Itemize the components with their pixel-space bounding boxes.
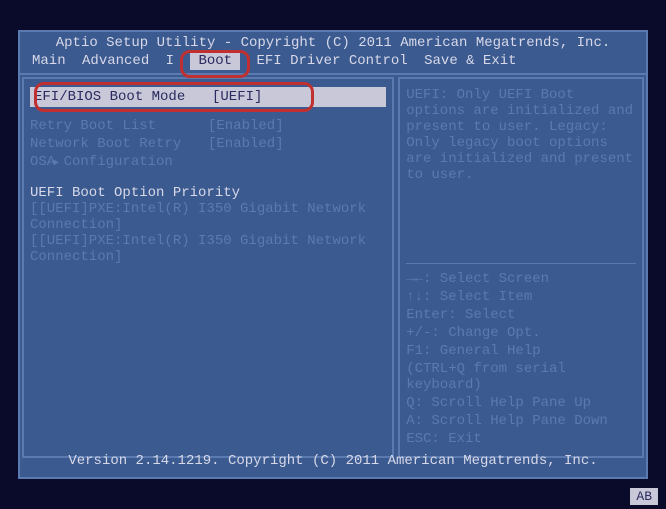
menu-advanced[interactable]: Advanced <box>82 53 149 69</box>
menu-save-exit[interactable]: Save & Exit <box>424 53 516 69</box>
boot-mode-row[interactable]: EFI/BIOS Boot Mode [UEFI] <box>30 87 386 107</box>
key-general-help: F1: General Help <box>406 342 636 360</box>
menu-bar[interactable]: Main Advanced I Boot EFI Driver Control … <box>20 51 646 73</box>
corner-badge: AB <box>630 488 658 505</box>
key-esc: ESC: Exit <box>406 430 636 448</box>
menu-boot[interactable]: Boot <box>190 52 240 70</box>
boot-priority-item-1[interactable]: [[UEFI]PXE:Intel(R) I350 Gigabit Network… <box>30 233 386 265</box>
retry-boot-list-value: [Enabled] <box>208 118 386 134</box>
network-boot-retry-row[interactable]: Network Boot Retry [Enabled] <box>30 135 386 153</box>
help-text: UEFI: Only UEFI Boot options are initial… <box>406 87 636 257</box>
bios-window: Aptio Setup Utility - Copyright (C) 2011… <box>18 30 648 479</box>
network-boot-retry-label: Network Boot Retry <box>30 136 200 152</box>
menu-i[interactable]: I <box>166 53 174 69</box>
boot-mode-label: EFI/BIOS Boot Mode <box>34 89 204 105</box>
key-serial-note: (CTRL+Q from serial keyboard) <box>406 360 636 394</box>
key-select-item: ↑↓: Select Item <box>406 288 636 306</box>
retry-boot-list-row[interactable]: Retry Boot List [Enabled] <box>30 117 386 135</box>
key-legend: →←: Select Screen ↑↓: Select Item Enter:… <box>406 270 636 448</box>
version-footer: Version 2.14.1219. Copyright (C) 2011 Am… <box>20 453 646 469</box>
submenu-icon: ▸ <box>52 154 60 171</box>
key-enter: Enter: Select <box>406 306 636 324</box>
network-boot-retry-value: [Enabled] <box>208 136 386 152</box>
boot-priority-item-0[interactable]: [[UEFI]PXE:Intel(R) I350 Gigabit Network… <box>30 201 386 233</box>
key-select-screen: →←: Select Screen <box>406 270 636 288</box>
menu-main[interactable]: Main <box>32 53 66 69</box>
settings-panel: EFI/BIOS Boot Mode [UEFI] Retry Boot Lis… <box>22 77 394 458</box>
help-divider <box>406 263 636 264</box>
key-scroll-down: A: Scroll Help Pane Down <box>406 412 636 430</box>
panels: EFI/BIOS Boot Mode [UEFI] Retry Boot Lis… <box>20 73 646 460</box>
retry-boot-list-label: Retry Boot List <box>30 118 200 134</box>
menu-efi-driver-control[interactable]: EFI Driver Control <box>256 53 407 69</box>
help-panel: UEFI: Only UEFI Boot options are initial… <box>398 77 644 458</box>
osa-configuration-row[interactable]: ▸ OSA Configuration <box>30 153 386 171</box>
title-bar: Aptio Setup Utility - Copyright (C) 2011… <box>20 32 646 51</box>
boot-mode-value: [UEFI] <box>212 89 382 105</box>
key-scroll-up: Q: Scroll Help Pane Up <box>406 394 636 412</box>
boot-priority-header: UEFI Boot Option Priority <box>30 185 386 201</box>
key-change-opt: +/-: Change Opt. <box>406 324 636 342</box>
